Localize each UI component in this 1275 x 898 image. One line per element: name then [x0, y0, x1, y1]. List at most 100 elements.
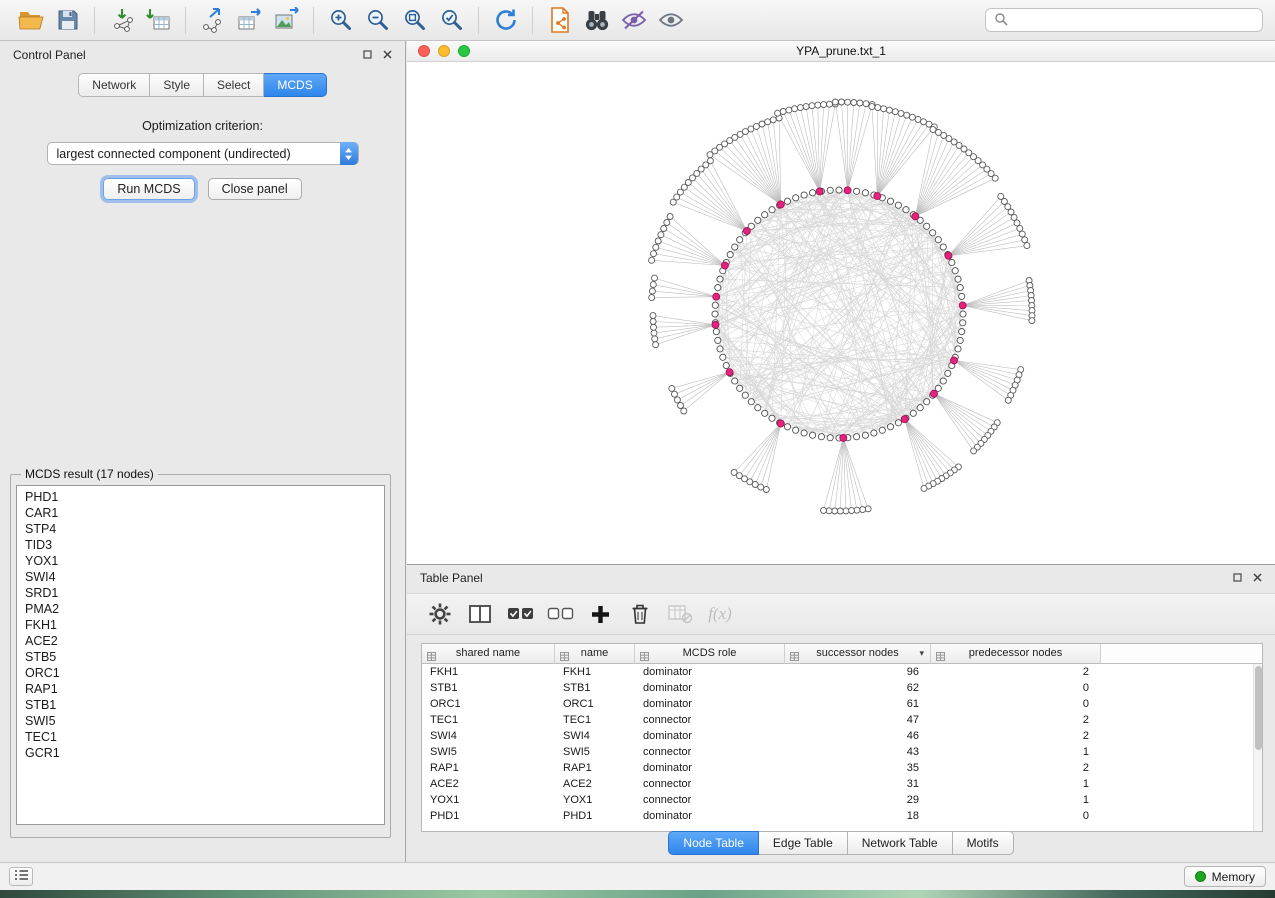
zoom-selected-icon[interactable] — [433, 4, 470, 36]
optimization-criterion-select[interactable]: largest connected component (undirected) — [47, 142, 359, 165]
mcds-result-item[interactable]: STB1 — [17, 697, 384, 713]
tab-select[interactable]: Select — [204, 73, 264, 97]
columns-icon[interactable] — [465, 600, 495, 628]
column-header-MCDS-role[interactable]: MCDS role — [635, 644, 785, 664]
open-session-icon[interactable] — [12, 4, 49, 36]
run-mcds-button[interactable]: Run MCDS — [103, 178, 194, 200]
float-table-panel-icon[interactable] — [1233, 571, 1242, 585]
scrollbar-thumb[interactable] — [1255, 666, 1262, 750]
table-scrollbar[interactable] — [1253, 664, 1262, 831]
column-header-shared-name[interactable]: shared name — [422, 644, 555, 664]
select-all-icon[interactable] — [505, 600, 535, 628]
search-box[interactable] — [985, 8, 1263, 32]
tab-network-table[interactable]: Network Table — [848, 831, 953, 855]
export-network-icon[interactable] — [194, 4, 231, 36]
close-panel-button[interactable]: Close panel — [208, 178, 302, 200]
mcds-result-item[interactable]: YOX1 — [17, 553, 384, 569]
mcds-result-item[interactable]: ACE2 — [17, 633, 384, 649]
control-panel: Control Panel NetworkStyleSelectMCDS Opt… — [0, 41, 406, 862]
column-header-successor-nodes[interactable]: successor nodes▾ — [785, 644, 931, 664]
mcds-result-item[interactable]: ORC1 — [17, 665, 384, 681]
float-panel-icon[interactable] — [363, 48, 372, 62]
search-input[interactable] — [1014, 13, 1254, 27]
mcds-result-item[interactable]: PMA2 — [17, 601, 384, 617]
eye-icon[interactable] — [652, 4, 689, 36]
gear-icon[interactable] — [425, 600, 455, 628]
eye-slash-icon[interactable] — [615, 4, 652, 36]
toolbar-separator — [532, 7, 533, 34]
zoom-out-icon[interactable] — [359, 4, 396, 36]
mcds-result-item[interactable]: PHD1 — [17, 489, 384, 505]
fx-label: f(x) — [708, 604, 732, 624]
close-panel-icon[interactable] — [383, 48, 392, 62]
tab-mcds[interactable]: MCDS — [264, 73, 326, 97]
zoom-in-icon[interactable] — [322, 4, 359, 36]
share-document-icon[interactable] — [541, 4, 578, 36]
import-table-icon[interactable] — [140, 4, 177, 36]
fx-icon[interactable]: f(x) — [705, 600, 735, 628]
memory-status-icon — [1195, 871, 1206, 882]
network-window-titlebar[interactable]: YPA_prune.txt_1 — [407, 41, 1275, 62]
tab-edge-table[interactable]: Edge Table — [759, 831, 848, 855]
table-row[interactable]: ACE2ACE2connector311 — [422, 776, 1253, 792]
close-table-panel-icon[interactable] — [1253, 571, 1262, 585]
table-row[interactable]: FKH1FKH1dominator962 — [422, 664, 1253, 680]
table-row[interactable]: ORC1ORC1dominator610 — [422, 696, 1253, 712]
network-view-window: YPA_prune.txt_1 — [407, 41, 1275, 565]
table-row[interactable]: SWI4SWI4dominator462 — [422, 728, 1253, 744]
refresh-layout-icon[interactable] — [487, 4, 524, 36]
memory-button[interactable]: Memory — [1184, 866, 1266, 887]
control-panel-tabs: NetworkStyleSelectMCDS — [0, 73, 405, 97]
deselect-all-icon[interactable] — [545, 600, 575, 628]
mcds-result-item[interactable]: CAR1 — [17, 505, 384, 521]
memory-label: Memory — [1212, 870, 1255, 884]
mcds-result-item[interactable]: GCR1 — [17, 745, 384, 761]
network-canvas[interactable] — [407, 62, 1275, 564]
delete-row-icon[interactable] — [625, 600, 655, 628]
save-session-icon[interactable] — [49, 4, 86, 36]
status-menu-button[interactable] — [9, 867, 33, 886]
list-icon — [14, 869, 29, 884]
mcds-result-item[interactable]: RAP1 — [17, 681, 384, 697]
mcds-result-list[interactable]: PHD1CAR1STP4TID3YOX1SWI4SRD1PMA2FKH1ACE2… — [16, 485, 385, 825]
mcds-result-item[interactable]: STP4 — [17, 521, 384, 537]
delete-table-icon[interactable] — [665, 600, 695, 628]
mcds-result-title: MCDS result (17 nodes) — [21, 467, 158, 481]
column-header-name[interactable]: name — [555, 644, 635, 664]
window-minimize-icon[interactable] — [438, 45, 450, 57]
tab-motifs[interactable]: Motifs — [953, 831, 1014, 855]
binoculars-icon[interactable] — [578, 4, 615, 36]
column-header-predecessor-nodes[interactable]: predecessor nodes — [931, 644, 1101, 664]
mcds-result-item[interactable]: TID3 — [17, 537, 384, 553]
select-stepper-icon — [340, 142, 358, 165]
mcds-result-item[interactable]: TEC1 — [17, 729, 384, 745]
tab-style[interactable]: Style — [150, 73, 204, 97]
application-window: Control Panel NetworkStyleSelectMCDS Opt… — [0, 0, 1275, 898]
export-image-icon[interactable] — [268, 4, 305, 36]
add-row-icon[interactable] — [585, 600, 615, 628]
desktop-wallpaper-strip — [0, 890, 1275, 898]
table-row[interactable]: TEC1TEC1connector472 — [422, 712, 1253, 728]
table-row[interactable]: RAP1RAP1dominator352 — [422, 760, 1253, 776]
tab-node-table[interactable]: Node Table — [668, 831, 759, 855]
mcds-result-item[interactable]: SRD1 — [17, 585, 384, 601]
toolbar-separator — [313, 7, 314, 34]
table-row[interactable]: SWI5SWI5connector431 — [422, 744, 1253, 760]
table-row[interactable]: PHD1PHD1dominator180 — [422, 808, 1253, 824]
table-row[interactable]: STB1STB1dominator620 — [422, 680, 1253, 696]
window-close-icon[interactable] — [418, 45, 430, 57]
table-row[interactable]: YOX1YOX1connector291 — [422, 792, 1253, 808]
import-network-icon[interactable] — [103, 4, 140, 36]
tab-network[interactable]: Network — [78, 73, 150, 97]
mcds-result-item[interactable]: SWI5 — [17, 713, 384, 729]
optimization-criterion-label: Optimization criterion: — [0, 119, 405, 133]
mcds-result-item[interactable]: FKH1 — [17, 617, 384, 633]
mcds-result-item[interactable]: STB5 — [17, 649, 384, 665]
window-maximize-icon[interactable] — [458, 45, 470, 57]
export-table-icon[interactable] — [231, 4, 268, 36]
mcds-result-item[interactable]: SWI4 — [17, 569, 384, 585]
zoom-fit-icon[interactable] — [396, 4, 433, 36]
main-toolbar — [0, 0, 1275, 41]
table-panel-tabs: Node TableEdge TableNetwork TableMotifs — [407, 831, 1275, 855]
status-bar: Memory — [0, 862, 1275, 890]
